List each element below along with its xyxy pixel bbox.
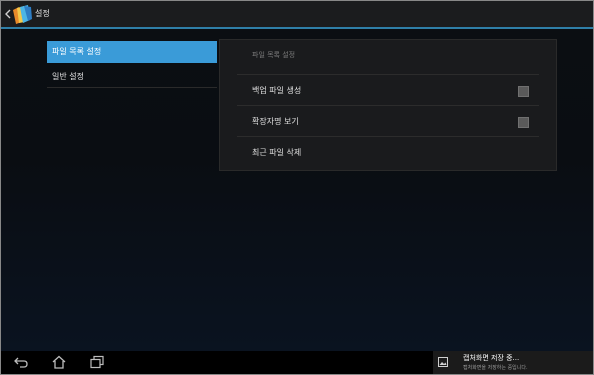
screenshot-notification[interactable]: 캡처화면 저장 중... 캡처화면을 저장하는 중입니다. xyxy=(433,351,593,374)
back-icon[interactable] xyxy=(13,355,29,369)
category-general-settings[interactable]: 일반 설정 xyxy=(47,66,217,88)
panel-header: 파일 목록 설정 xyxy=(252,51,296,59)
notification-title: 캡처화면 저장 중... xyxy=(463,354,520,362)
setting-row-create-backup[interactable]: 백업 파일 생성 xyxy=(237,74,539,106)
setting-label: 백업 파일 생성 xyxy=(252,86,302,95)
system-nav-bar: 캡처화면 저장 중... 캡처화면을 저장하는 중입니다. xyxy=(1,351,593,374)
settings-content: 파일 목록 설정 일반 설정 파일 목록 설정 백업 파일 생성 확장자명 보기… xyxy=(1,29,593,351)
home-icon[interactable] xyxy=(51,355,67,369)
settings-panel: 파일 목록 설정 백업 파일 생성 확장자명 보기 최근 파일 삭제 xyxy=(219,39,557,171)
extension-checkbox[interactable] xyxy=(518,117,529,128)
setting-label: 최근 파일 삭제 xyxy=(252,148,302,157)
notification-subtitle: 캡처화면을 저장하는 중입니다. xyxy=(463,365,528,371)
recent-apps-icon[interactable] xyxy=(89,355,105,369)
backup-checkbox[interactable] xyxy=(518,86,529,97)
category-file-list-settings[interactable]: 파일 목록 설정 xyxy=(47,41,217,63)
setting-row-delete-recent[interactable]: 최근 파일 삭제 xyxy=(237,136,539,168)
setting-row-show-extension[interactable]: 확장자명 보기 xyxy=(237,105,539,137)
app-icon[interactable] xyxy=(11,4,33,25)
image-icon xyxy=(438,357,448,367)
setting-label: 확장자명 보기 xyxy=(252,117,299,126)
screen: 설정 파일 목록 설정 일반 설정 파일 목록 설정 백업 파일 생성 확장자명… xyxy=(0,0,594,375)
settings-category-list: 파일 목록 설정 일반 설정 xyxy=(47,41,217,88)
app-title: 설정 xyxy=(35,9,50,18)
action-bar: 설정 xyxy=(1,1,593,29)
